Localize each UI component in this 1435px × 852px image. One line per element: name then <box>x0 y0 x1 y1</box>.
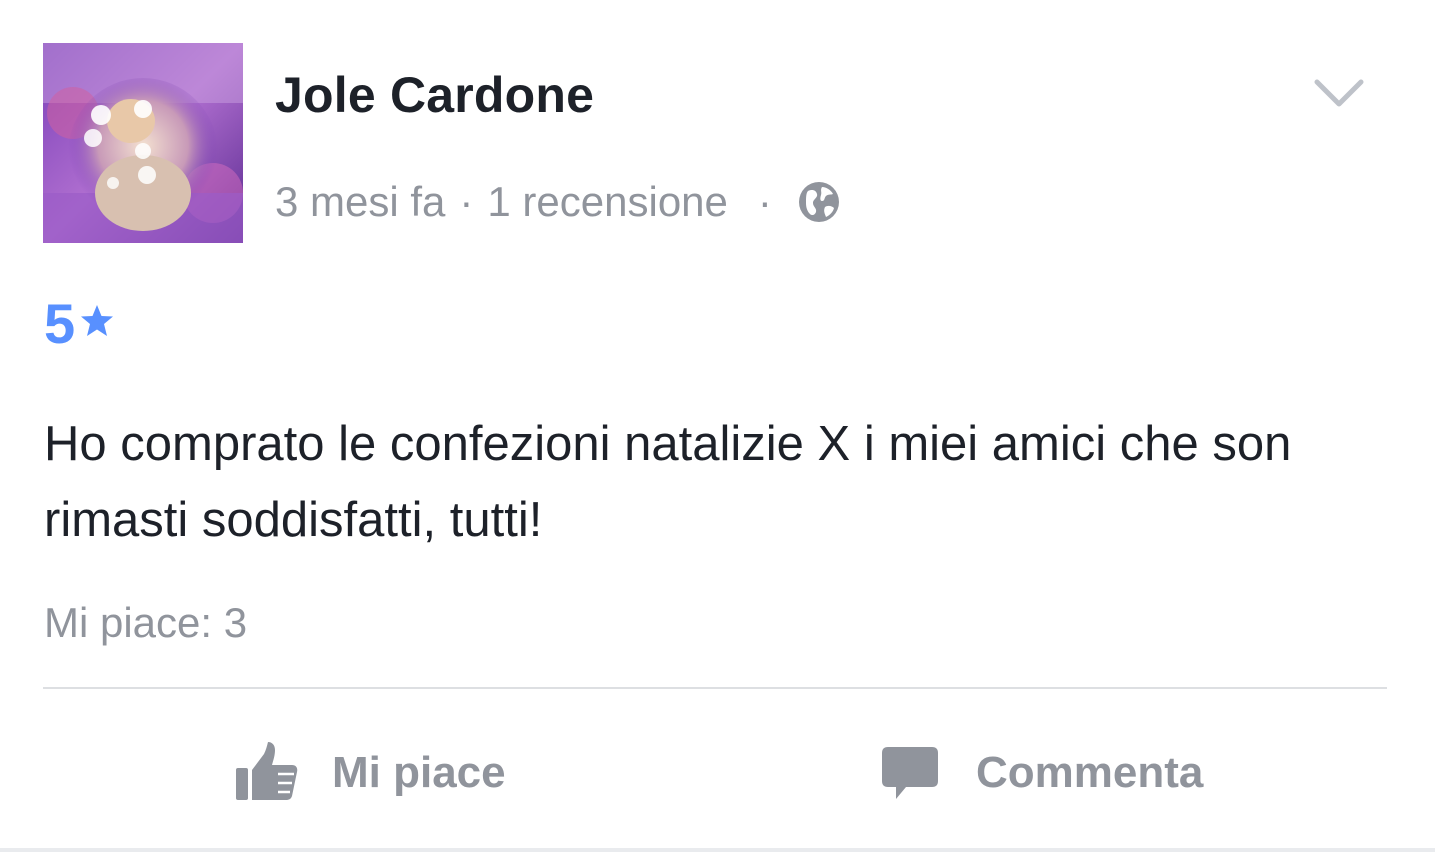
post-meta: 3 mesi fa · 1 recensione · <box>275 172 840 232</box>
author-name[interactable]: Jole Cardone <box>275 62 594 128</box>
globe-icon <box>798 181 840 223</box>
star-icon <box>79 303 115 339</box>
comment-label: Commenta <box>976 748 1204 797</box>
thumbs-up-icon <box>234 740 300 806</box>
avatar[interactable] <box>43 43 243 243</box>
like-label: Mi piace <box>332 748 506 797</box>
meta-separator: · <box>459 178 474 225</box>
meta-separator: · <box>757 178 772 225</box>
review-text: Ho comprato le confezioni natalizie X i … <box>44 417 1292 547</box>
review-post: Jole Cardone 3 mesi fa · 1 recensione · … <box>0 0 1435 852</box>
likes-count[interactable]: Mi piace: 3 <box>44 595 247 651</box>
comment-button[interactable]: Commenta <box>880 728 1203 818</box>
post-time[interactable]: 3 mesi fa <box>275 178 445 226</box>
bottom-border <box>0 848 1435 852</box>
divider <box>43 687 1387 689</box>
rating-value: 5 <box>44 292 76 355</box>
comment-bubble-icon <box>880 743 940 803</box>
chevron-down-icon[interactable] <box>1311 70 1367 114</box>
avatar-image <box>43 43 243 243</box>
review-count[interactable]: 1 recensione <box>487 178 728 226</box>
rating: 5 <box>44 292 115 356</box>
like-button[interactable]: Mi piace <box>234 728 506 818</box>
